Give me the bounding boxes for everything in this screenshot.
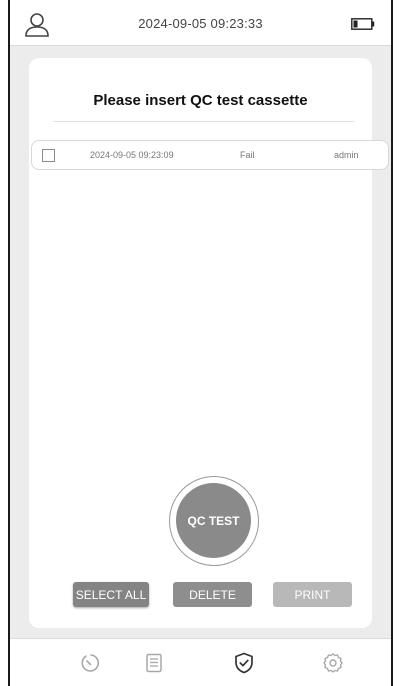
records-list-icon[interactable] [142,651,166,675]
device-screen: 2024-09-05 09:23:33 Please insert QC tes… [8,0,393,686]
row-checkbox[interactable] [42,149,55,162]
status-bar: 2024-09-05 09:23:33 [10,0,391,46]
record-time: 2024-09-05 09:23:09 [90,150,174,160]
select-all-button[interactable]: SELECT ALL [73,582,149,607]
bottom-nav [10,638,391,686]
delete-button[interactable]: DELETE [173,582,252,607]
history-icon[interactable] [79,651,103,675]
gear-icon[interactable] [321,651,345,675]
title-divider [53,121,354,122]
table-row[interactable]: 2024-09-05 09:23:09 Fail admin [31,140,389,170]
print-button[interactable]: PRINT [273,582,352,607]
shield-check-icon[interactable] [232,651,256,675]
record-result: Fail [240,150,255,160]
qc-record-list: 2024-09-05 09:23:09 Fail admin [31,140,389,170]
qc-test-label: QC TEST [176,483,251,558]
qc-test-button[interactable]: QC TEST [169,476,259,566]
page-title: Please insert QC test cassette [93,92,308,109]
record-user: admin [334,150,359,160]
battery-icon [351,18,375,30]
status-datetime: 2024-09-05 09:23:33 [138,16,263,31]
